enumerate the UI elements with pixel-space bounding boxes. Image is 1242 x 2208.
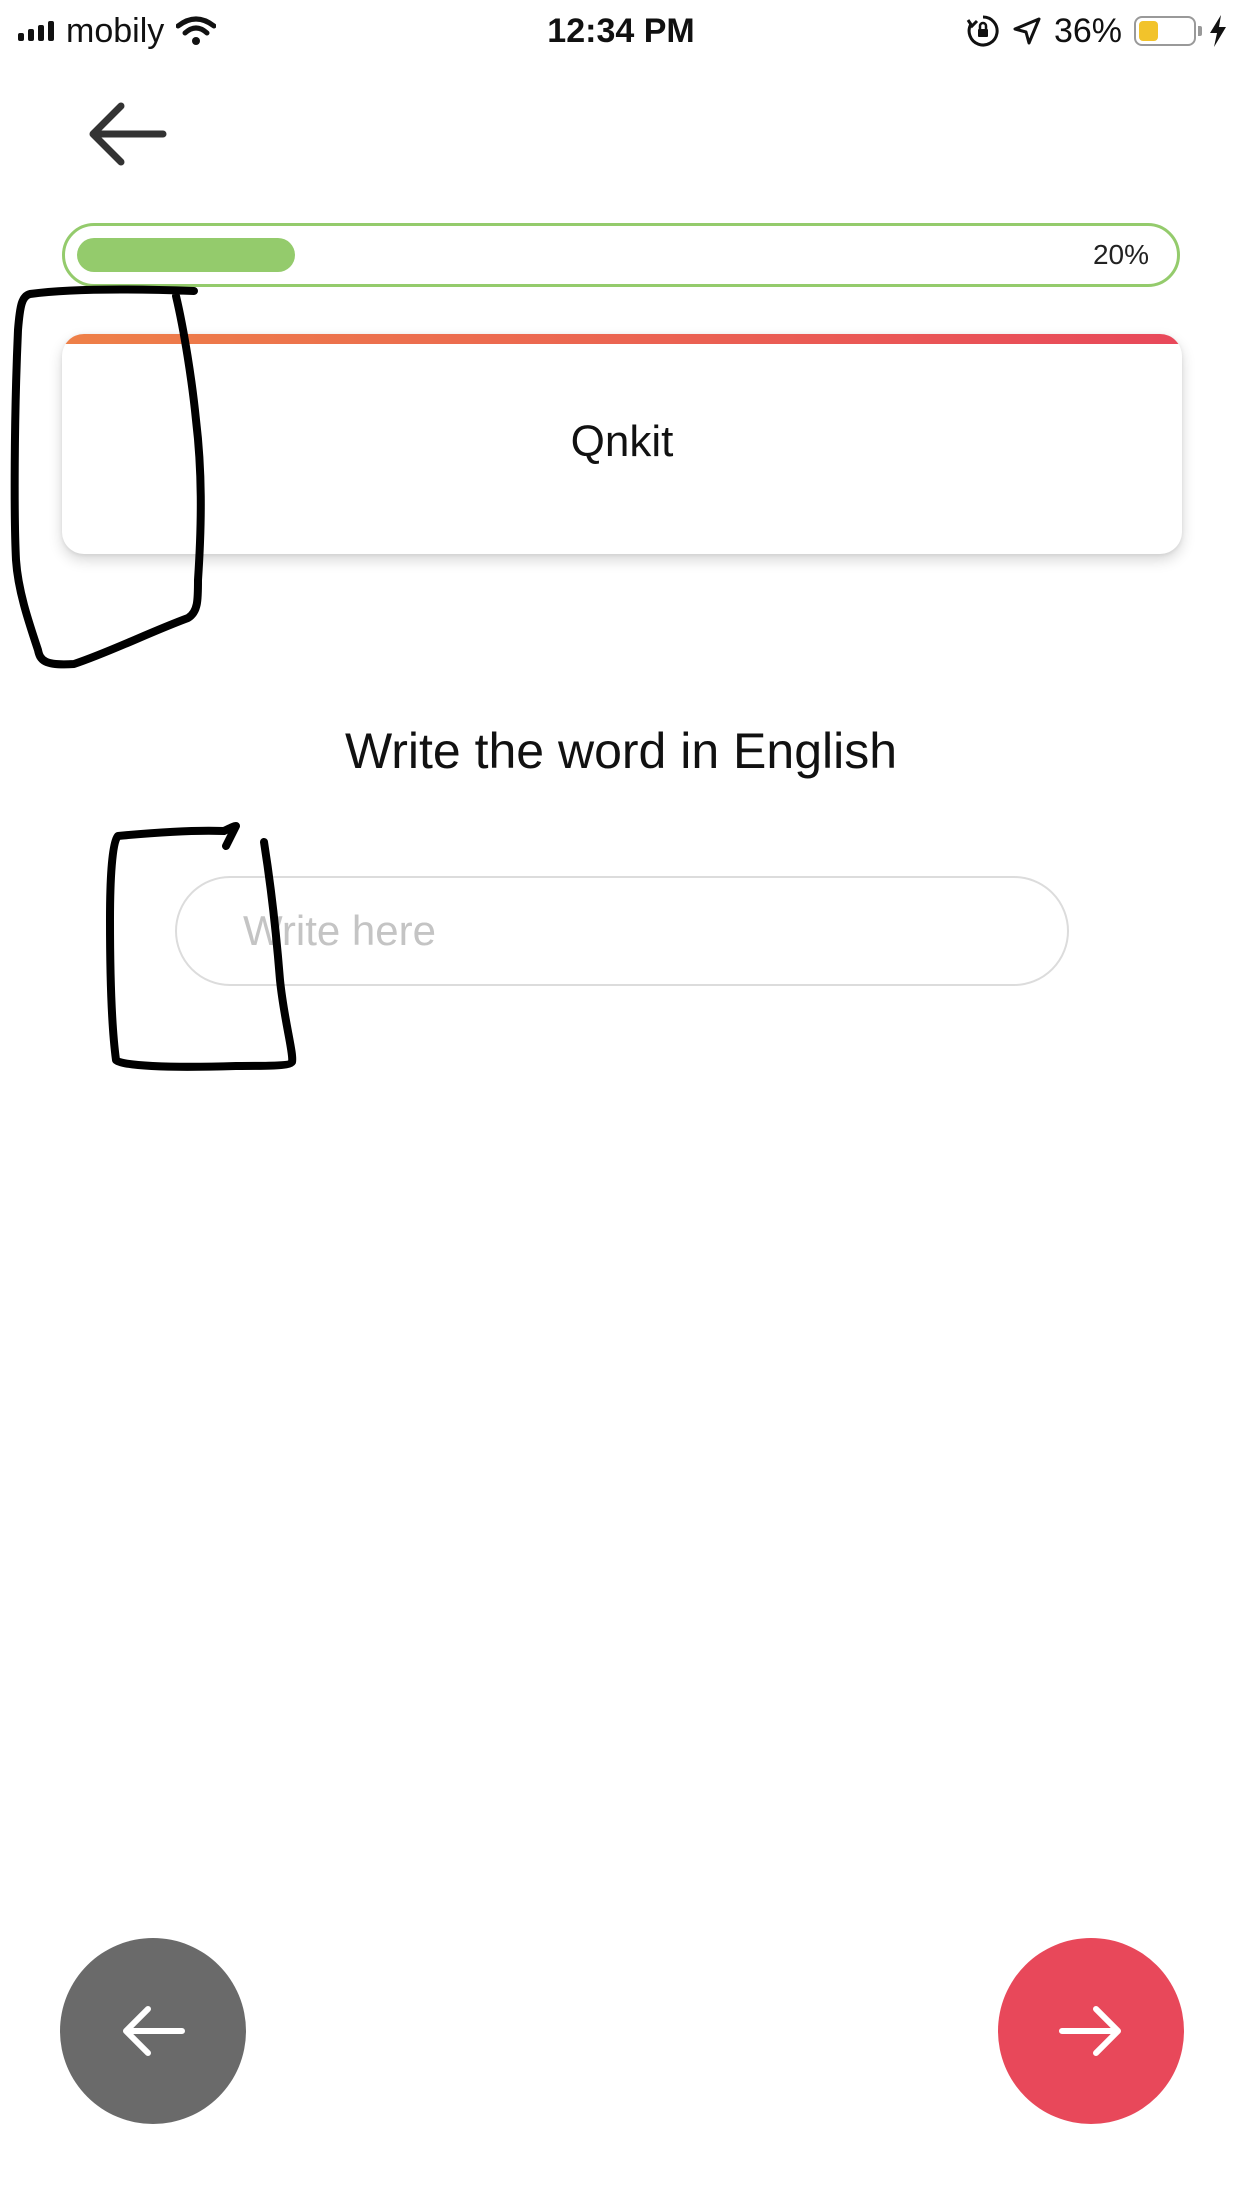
status-bar: mobily 12:34 PM 36% — [0, 0, 1242, 62]
instruction-text: Write the word in English — [344, 723, 898, 779]
previous-button[interactable] — [60, 1938, 246, 2124]
battery-icon — [1134, 16, 1202, 46]
progress-label: 20% — [1092, 239, 1149, 270]
foreign-word: Qnkit — [570, 417, 674, 466]
back-button[interactable] — [84, 96, 170, 172]
back-arrow-icon — [89, 102, 167, 166]
answer-input[interactable] — [175, 876, 1069, 986]
next-button[interactable] — [998, 1938, 1184, 2124]
arrow-left-icon — [123, 2006, 185, 2056]
location-icon — [1013, 17, 1041, 45]
battery-fill — [1139, 21, 1158, 41]
battery-percent: 36% — [1053, 11, 1122, 50]
card-accent-stripe — [62, 334, 1182, 344]
word-card: Qnkit — [62, 334, 1182, 554]
progress-fill — [77, 238, 295, 272]
arrow-right-icon — [1059, 2006, 1121, 2056]
orientation-lock-icon — [966, 15, 999, 47]
hand-drawn-annotation — [10, 285, 297, 1071]
status-right: 36% — [966, 8, 1228, 54]
progress-bar: 20% — [62, 223, 1180, 287]
charging-bolt-icon — [1210, 15, 1226, 47]
